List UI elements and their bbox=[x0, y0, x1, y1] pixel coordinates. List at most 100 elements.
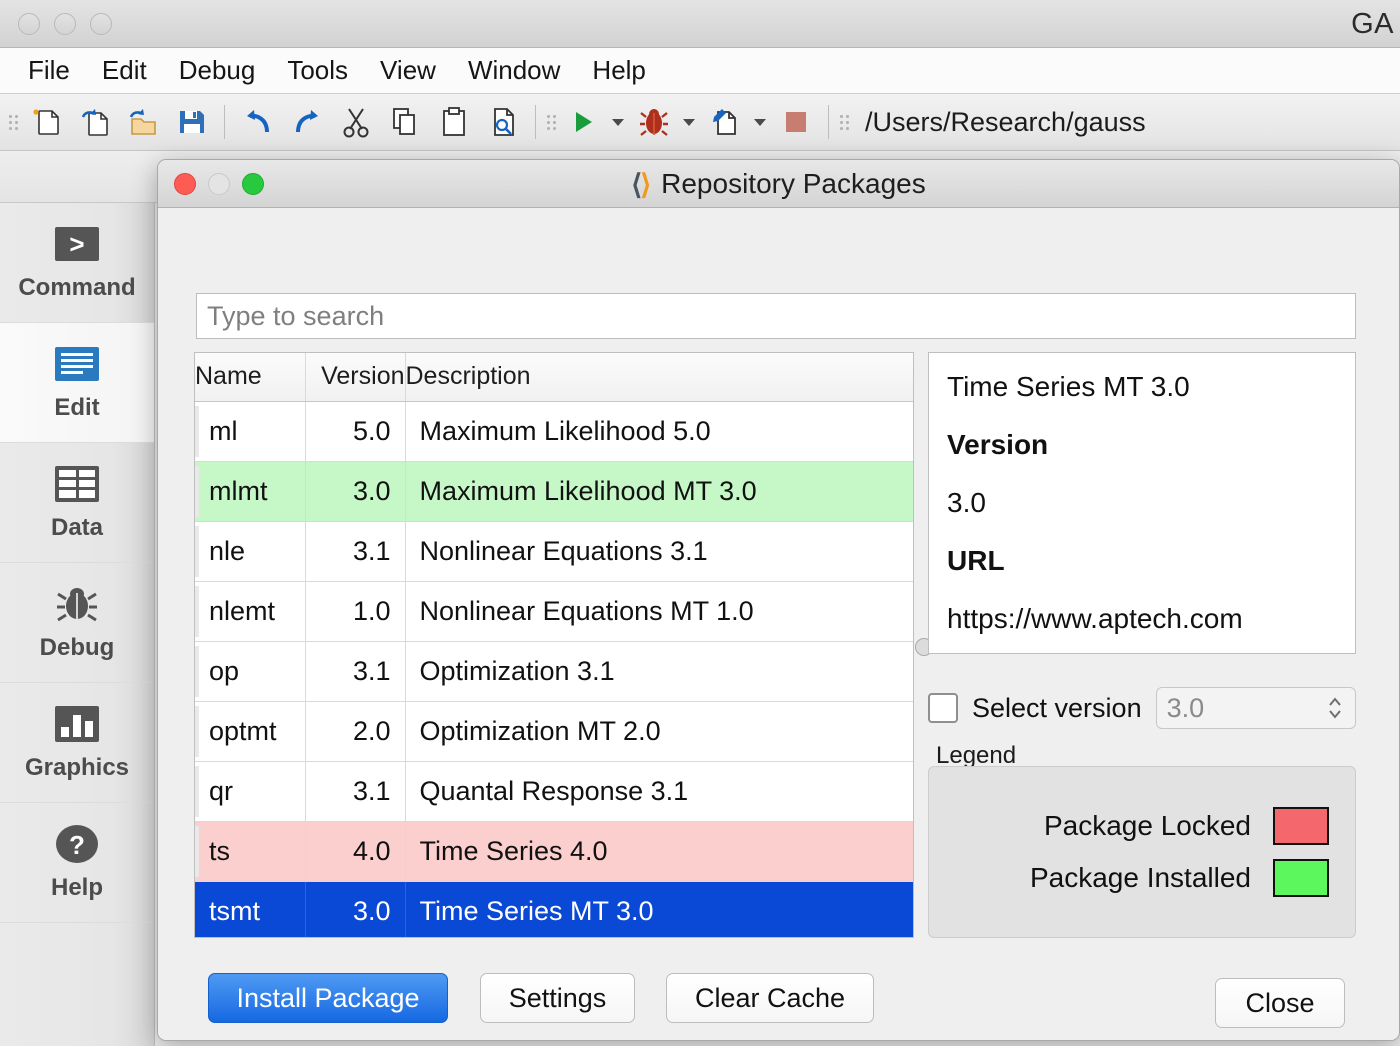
code-chevrons-icon: ⟨⟩ bbox=[631, 168, 649, 201]
table-row[interactable]: optmt 2.0 Optimization MT 2.0 bbox=[195, 701, 913, 761]
editfile-icon bbox=[708, 105, 742, 139]
sidebar-item-graphics[interactable]: Graphics bbox=[0, 683, 154, 803]
menu-tools[interactable]: Tools bbox=[273, 53, 362, 88]
copy-icon bbox=[388, 105, 422, 139]
clear-cache-button[interactable]: Clear Cache bbox=[666, 973, 874, 1023]
table-row[interactable]: mlmt 3.0 Maximum Likelihood MT 3.0 bbox=[195, 461, 913, 521]
edit-run-button[interactable] bbox=[700, 99, 749, 145]
chevron-down-icon bbox=[683, 119, 695, 126]
toolbar-separator-2 bbox=[535, 105, 536, 139]
main-maximize-button[interactable] bbox=[90, 13, 112, 35]
cell-version: 3.0 bbox=[305, 881, 405, 938]
spinner-arrows-icon[interactable] bbox=[1327, 694, 1343, 722]
table-row[interactable]: nlemt 1.0 Nonlinear Equations MT 1.0 bbox=[195, 581, 913, 641]
packages-table-container[interactable]: Name Version Description ml 5.0 Maximum … bbox=[194, 352, 914, 938]
working-directory-path[interactable]: /Users/Research/gauss bbox=[865, 107, 1146, 138]
menu-edit[interactable]: Edit bbox=[88, 53, 161, 88]
redo-icon bbox=[290, 105, 324, 139]
dialog-body: Type to search Name Version Description … bbox=[158, 208, 1399, 1041]
sidebar-label-help: Help bbox=[51, 874, 103, 902]
detail-url-value[interactable]: https://www.aptech.com bbox=[947, 603, 1337, 635]
search-input[interactable]: Type to search bbox=[196, 293, 1356, 339]
detail-url-label: URL bbox=[947, 545, 1337, 577]
cell-description: Optimization 3.1 bbox=[405, 641, 913, 701]
paste-icon bbox=[437, 105, 471, 139]
paste-button[interactable] bbox=[429, 99, 478, 145]
table-row[interactable]: qr 3.1 Quantal Response 3.1 bbox=[195, 761, 913, 821]
menu-bar: File Edit Debug Tools View Window Help bbox=[0, 48, 1400, 94]
main-toolbar: /Users/Research/gauss bbox=[0, 94, 1400, 151]
find-button[interactable] bbox=[478, 99, 527, 145]
cell-version: 1.0 bbox=[305, 581, 405, 641]
main-window-traffic-lights bbox=[18, 13, 112, 35]
table-row[interactable]: op 3.1 Optimization 3.1 bbox=[195, 641, 913, 701]
column-header-description[interactable]: Description bbox=[405, 353, 913, 401]
sidebar-item-help[interactable]: ? Help bbox=[0, 803, 154, 923]
settings-button[interactable]: Settings bbox=[480, 973, 635, 1023]
column-header-name[interactable]: Name bbox=[195, 353, 305, 401]
bar-chart-icon bbox=[53, 704, 101, 744]
application-window: GA File Edit Debug Tools View Window Hel… bbox=[0, 0, 1400, 1046]
debug-dropdown-button[interactable] bbox=[678, 99, 700, 145]
main-window-title: GA bbox=[1351, 8, 1394, 41]
column-header-version[interactable]: Version bbox=[305, 353, 405, 401]
cell-name: nlemt bbox=[195, 581, 305, 641]
save-button[interactable] bbox=[167, 99, 216, 145]
stop-button[interactable] bbox=[771, 99, 820, 145]
version-spinbox[interactable]: 3.0 bbox=[1156, 687, 1356, 729]
save-icon bbox=[175, 105, 209, 139]
debug-button[interactable] bbox=[629, 99, 678, 145]
open-folder-button[interactable] bbox=[118, 99, 167, 145]
menu-view[interactable]: View bbox=[366, 53, 450, 88]
sidebar-label-data: Data bbox=[51, 514, 103, 542]
install-package-button[interactable]: Install Package bbox=[208, 973, 448, 1023]
menu-file[interactable]: File bbox=[14, 53, 84, 88]
new-file-button[interactable] bbox=[20, 99, 69, 145]
edit-run-dropdown-button[interactable] bbox=[749, 99, 771, 145]
sidebar-item-command[interactable]: > Command bbox=[0, 203, 154, 323]
menu-window[interactable]: Window bbox=[454, 53, 574, 88]
help-question-icon: ? bbox=[53, 824, 101, 864]
menu-debug[interactable]: Debug bbox=[165, 53, 270, 88]
svg-text:?: ? bbox=[69, 830, 85, 860]
close-button[interactable]: Close bbox=[1215, 978, 1345, 1028]
main-minimize-button[interactable] bbox=[54, 13, 76, 35]
chevron-down-icon bbox=[754, 119, 766, 126]
redo-button[interactable] bbox=[282, 99, 331, 145]
open-folder-icon bbox=[126, 105, 160, 139]
legend-swatch-installed bbox=[1273, 859, 1329, 897]
table-row[interactable]: ml 5.0 Maximum Likelihood 5.0 bbox=[195, 401, 913, 461]
copy-button[interactable] bbox=[380, 99, 429, 145]
cell-version: 3.1 bbox=[305, 521, 405, 581]
cell-name: tsmt bbox=[195, 881, 305, 938]
table-header-row: Name Version Description bbox=[195, 353, 913, 401]
cut-button[interactable] bbox=[331, 99, 380, 145]
sidebar-item-edit[interactable]: Edit bbox=[0, 323, 154, 443]
undo-button[interactable] bbox=[233, 99, 282, 145]
run-button[interactable] bbox=[558, 99, 607, 145]
cell-version: 3.0 bbox=[305, 461, 405, 521]
sidebar-item-debug[interactable]: Debug bbox=[0, 563, 154, 683]
select-version-checkbox[interactable] bbox=[928, 693, 958, 723]
menu-help[interactable]: Help bbox=[578, 53, 659, 88]
table-row-selected[interactable]: tsmt 3.0 Time Series MT 3.0 bbox=[195, 881, 913, 938]
cell-version: 5.0 bbox=[305, 401, 405, 461]
open-recent-file-button[interactable] bbox=[69, 99, 118, 145]
main-close-button[interactable] bbox=[18, 13, 40, 35]
find-icon bbox=[486, 105, 520, 139]
sidebar-item-data[interactable]: Data bbox=[0, 443, 154, 563]
cell-name: op bbox=[195, 641, 305, 701]
toolbar-drag-handle-3[interactable] bbox=[837, 105, 851, 139]
cell-version: 4.0 bbox=[305, 821, 405, 881]
cell-description: Nonlinear Equations MT 1.0 bbox=[405, 581, 913, 641]
cell-description: Maximum Likelihood MT 3.0 bbox=[405, 461, 913, 521]
table-row[interactable]: ts 4.0 Time Series 4.0 bbox=[195, 821, 913, 881]
toolbar-separator-3 bbox=[828, 105, 829, 139]
table-row[interactable]: nle 3.1 Nonlinear Equations 3.1 bbox=[195, 521, 913, 581]
cell-name: ts bbox=[195, 821, 305, 881]
toolbar-drag-handle-2[interactable] bbox=[544, 105, 558, 139]
toolbar-drag-handle[interactable] bbox=[6, 105, 20, 139]
run-dropdown-button[interactable] bbox=[607, 99, 629, 145]
bug-icon bbox=[637, 105, 671, 139]
legend-swatch-locked bbox=[1273, 807, 1329, 845]
